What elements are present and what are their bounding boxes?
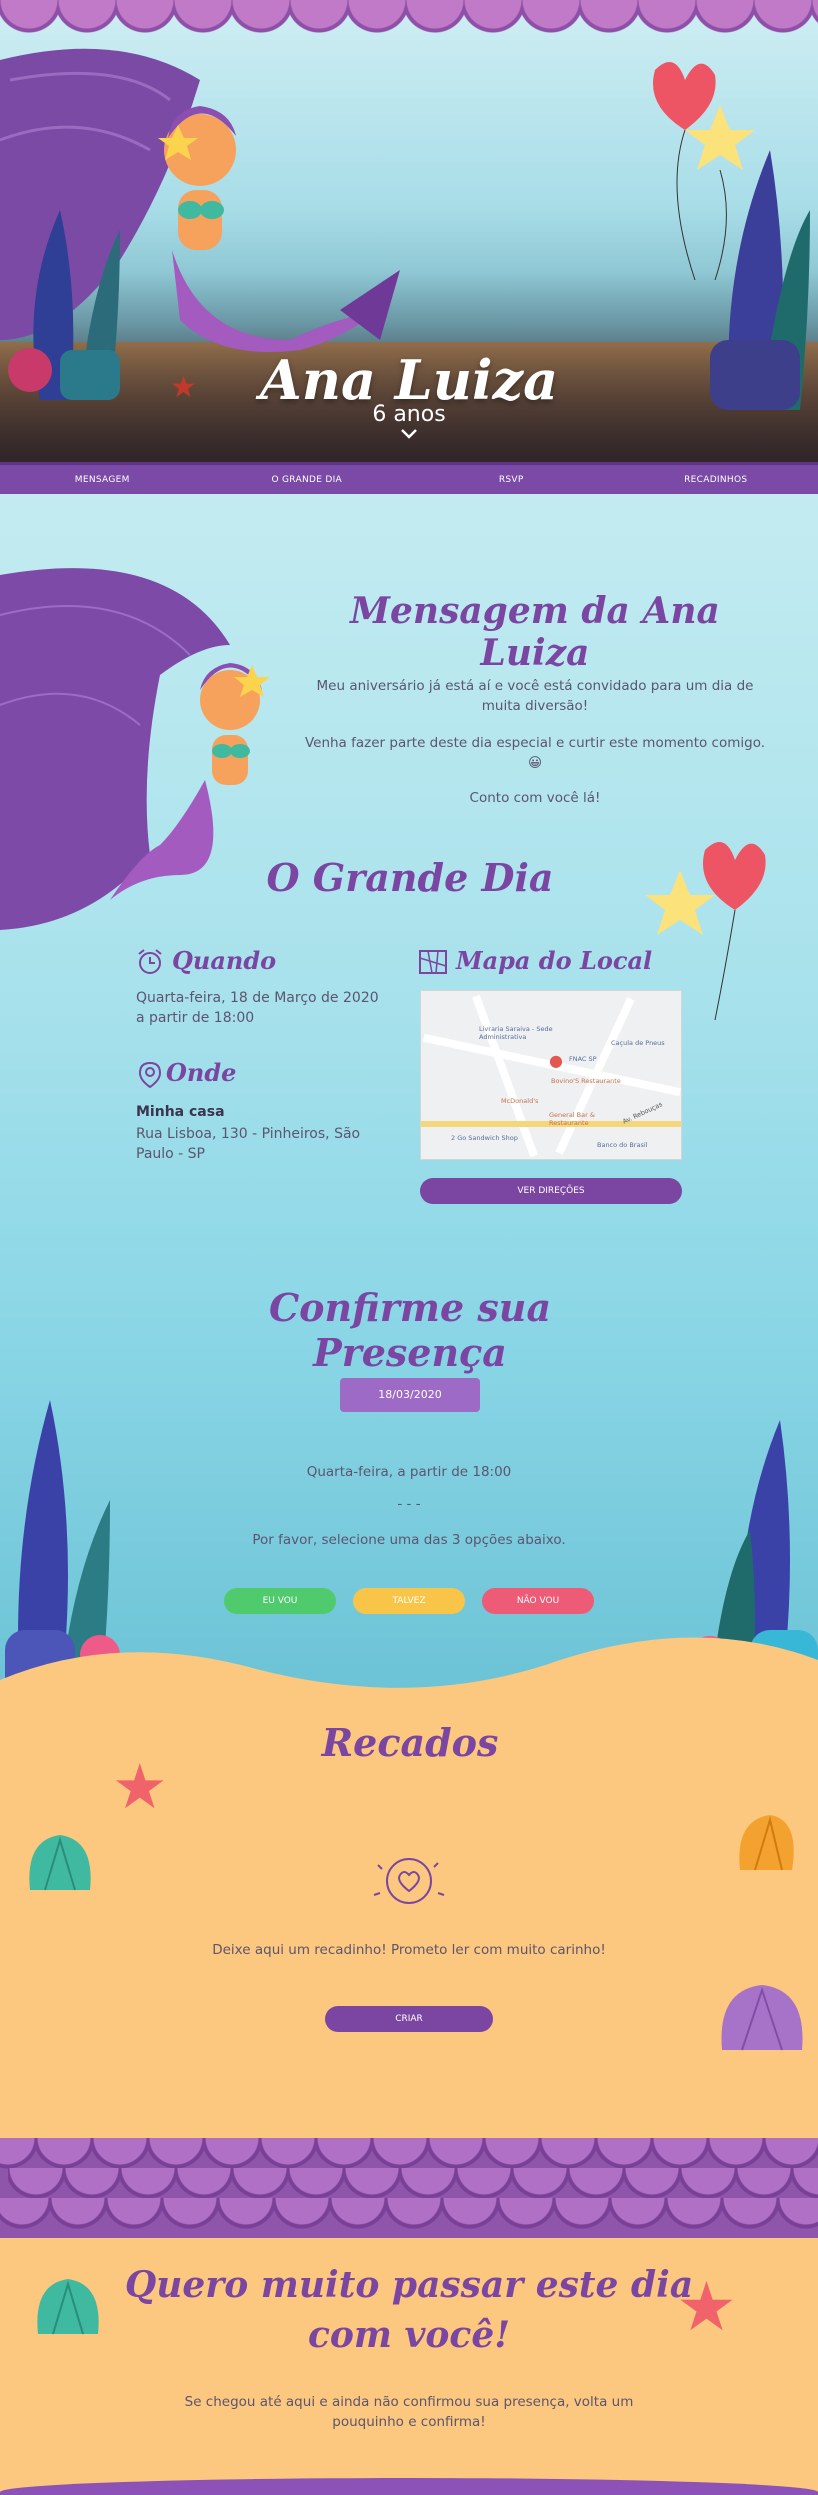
mensagem-text-3: Conto com você lá! <box>469 790 601 806</box>
starfish-icon-2: ★ <box>112 1750 168 1823</box>
recados-text: Deixe aqui um recadinho! Prometo ler com… <box>212 1942 606 1958</box>
location-pin-icon <box>136 1060 164 1089</box>
rsvp-no-button[interactable]: NÃO VOU <box>482 1588 594 1614</box>
shell-icon-3 <box>712 1980 812 2060</box>
purple-scales-divider <box>0 2138 818 2238</box>
chevron-down-icon[interactable] <box>399 428 419 444</box>
rsvp-prompt: Por favor, selecione uma das 3 opções ab… <box>252 1532 566 1548</box>
final-section: ★ Quero muito passar este dia com você! … <box>0 2238 818 2495</box>
shell-icon-4 <box>28 2274 108 2344</box>
map-label-3: Caçula de Pneus <box>611 1039 665 1047</box>
nav-item-recadinhos[interactable]: RECADINHOS <box>614 465 818 494</box>
nav-item-mensagem[interactable]: MENSAGEM <box>0 465 205 494</box>
mensagem-text-2: Venha fazer parte deste dia especial e c… <box>304 735 766 771</box>
rsvp-time: Quarta-feira, a partir de 18:00 <box>306 1464 512 1480</box>
location-map[interactable]: Livraria Saraiva - Sede Administrativa F… <box>420 990 682 1160</box>
mensagem-title: Mensagem da Ana Luiza <box>350 590 720 674</box>
map-label-8: Banco do Brasil <box>597 1141 648 1149</box>
onde-address: Rua Lisboa, 130 - Pinheiros, São Paulo -… <box>136 1126 361 1162</box>
directions-button[interactable]: VER DIREÇÕES <box>420 1178 682 1204</box>
onde-place: Minha casa <box>136 1104 225 1120</box>
quando-label: Quando <box>172 946 277 975</box>
shell-icon-2 <box>730 1810 800 1880</box>
rsvp-maybe-button[interactable]: TALVEZ <box>353 1588 465 1614</box>
quando-time: a partir de 18:00 <box>136 1010 255 1026</box>
hero-banner: ★ Ana Luiza 6 anos <box>0 0 818 462</box>
mensagem-text-1: Meu aniversário já está aí e você está c… <box>316 678 754 714</box>
main-nav: MENSAGEM O GRANDE DIA RSVP RECADINHOS <box>0 462 818 494</box>
create-message-button[interactable]: CRIAR <box>325 2006 493 2032</box>
map-label-5: McDonald's <box>501 1097 539 1105</box>
nav-item-rsvp[interactable]: RSVP <box>409 465 614 494</box>
rsvp-yes-button[interactable]: EU VOU <box>224 1588 336 1614</box>
shell-icon <box>20 1830 100 1900</box>
map-label-1: Livraria Saraiva - Sede Administrativa <box>479 1025 553 1041</box>
date-badge: 18/03/2020 <box>340 1378 480 1412</box>
scales-border <box>0 0 818 40</box>
quando-date: Quarta-feira, 18 de Março de 2020 <box>136 990 379 1006</box>
onde-label: Onde <box>166 1058 237 1087</box>
map-label-6: General Bar & Restaurante <box>549 1111 595 1127</box>
clock-icon <box>136 948 164 976</box>
map-label-2: FNAC SP <box>569 1055 597 1063</box>
map-pin-icon: ● <box>549 1051 563 1070</box>
map-icon <box>418 948 448 976</box>
recados-title: Recados <box>321 1720 499 1765</box>
grande-dia-title: O Grande Dia <box>266 855 554 900</box>
map-label-7: 2 Go Sandwich Shop <box>451 1134 518 1142</box>
rsvp-title: Confirme sua Presença <box>268 1285 552 1375</box>
map-label-4: Bovino'S Restaurante <box>551 1077 621 1085</box>
final-title-line-2: com você! <box>307 2314 511 2356</box>
hero-age: 6 anos <box>372 402 446 427</box>
recados-section: ★ Recados Deixe aqui um recadinho! Prome… <box>0 1700 818 2140</box>
final-text: Se chegou até aqui e ainda não confirmou… <box>184 2394 634 2430</box>
heart-chat-icon <box>368 1845 450 1915</box>
mapa-label: Mapa do Local <box>456 946 653 975</box>
nav-item-grande-dia[interactable]: O GRANDE DIA <box>205 465 410 494</box>
final-title-line-1: Quero muito passar este dia <box>124 2264 694 2306</box>
rsvp-dashes: - - - <box>397 1496 421 1512</box>
